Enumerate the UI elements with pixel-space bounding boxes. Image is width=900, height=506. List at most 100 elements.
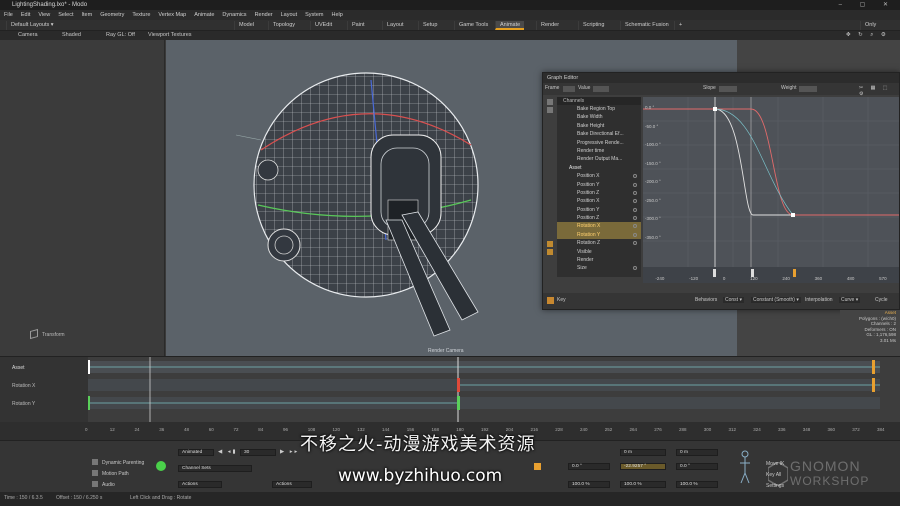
current-frame-field[interactable]: 30: [240, 449, 276, 456]
ray-gl-toggle[interactable]: Ray GL: Off: [106, 32, 135, 38]
menu-view[interactable]: View: [38, 12, 50, 18]
position-y-field[interactable]: 0 m: [620, 449, 666, 456]
key-button[interactable]: Key: [557, 297, 566, 303]
graph-plot-area[interactable]: 0.0 ° -50.0 ° -100.0 ° -150.0 ° -200.0 °…: [643, 97, 899, 283]
channel-row[interactable]: Bake Width: [557, 113, 641, 121]
actions-dropdown[interactable]: Actions: [178, 481, 222, 488]
key-button-icon[interactable]: [547, 297, 554, 304]
curve-graph: [643, 97, 899, 283]
scale-z-field[interactable]: 100.0 %: [676, 481, 718, 488]
interpolation-dropdown[interactable]: Constant (Smooth) ▾: [751, 297, 801, 303]
menu-system[interactable]: System: [305, 12, 323, 18]
rotation-z-field[interactable]: 0.0 °: [676, 463, 718, 470]
channel-row[interactable]: Position Z: [557, 189, 641, 197]
channel-sets-dropdown[interactable]: Channel Sets: [178, 465, 252, 472]
dopesheet-tracks: [88, 357, 880, 423]
dynamic-parenting-icon[interactable]: [92, 459, 98, 465]
menu-help[interactable]: Help: [331, 12, 342, 18]
channel-row[interactable]: Position X: [557, 172, 641, 180]
camera-dropdown[interactable]: Camera: [18, 32, 38, 38]
key-icon[interactable]: [547, 241, 553, 247]
menu-texture[interactable]: Texture: [132, 12, 150, 18]
tab-render[interactable]: Render: [536, 21, 563, 30]
value-field[interactable]: [593, 86, 609, 92]
channel-group-asset[interactable]: Asset: [557, 164, 641, 172]
scale-y-field[interactable]: 100.0 %: [620, 481, 666, 488]
channel-row[interactable]: Position X: [557, 197, 641, 205]
channel-row[interactable]: Size: [557, 264, 641, 272]
channel-row[interactable]: Render Output Ma...: [557, 155, 641, 163]
motion-path-icon[interactable]: [92, 470, 98, 476]
menu-vertex-map[interactable]: Vertex Map: [158, 12, 186, 18]
x-tick: 480: [846, 276, 855, 281]
channel-row-selected[interactable]: Rotation X: [557, 222, 641, 231]
animated-dropdown[interactable]: Animated: [178, 449, 214, 456]
channel-row[interactable]: Bake Directional Ef...: [557, 130, 641, 138]
audio-button[interactable]: Audio: [102, 482, 115, 488]
menu-file[interactable]: File: [4, 12, 13, 18]
x-tick: 240: [782, 276, 790, 281]
playback-forward-controls[interactable]: ▶ ▸▸: [280, 449, 299, 455]
position-z-field[interactable]: 0 m: [676, 449, 718, 456]
tab-setup[interactable]: Setup: [418, 21, 441, 30]
channel-row[interactable]: Rotation Z: [557, 239, 641, 247]
dopesheet[interactable]: Asset Rotation X Rotation Y: [0, 356, 900, 423]
key-all-icon[interactable]: [547, 249, 553, 255]
playback-controls[interactable]: ◀ ◂▮: [218, 449, 238, 455]
channel-list[interactable]: Channels Bake Region Top Bake Width Bake…: [557, 97, 641, 277]
tab-animate[interactable]: Animate: [495, 21, 525, 30]
menu-edit[interactable]: Edit: [21, 12, 30, 18]
tab-uvedit[interactable]: UVEdit: [310, 21, 336, 30]
menu-render[interactable]: Render: [255, 12, 273, 18]
viewport-textures-dropdown[interactable]: Viewport Textures: [148, 32, 192, 38]
channel-row-selected[interactable]: Rotation Y: [557, 230, 641, 240]
slope-field[interactable]: [719, 86, 737, 92]
menu-layout[interactable]: Layout: [281, 12, 298, 18]
menu-geometry[interactable]: Geometry: [100, 12, 124, 18]
curve-dropdown[interactable]: Curve ▾: [839, 297, 861, 303]
tab-paint[interactable]: Paint: [347, 21, 369, 30]
weight-field[interactable]: [799, 86, 817, 92]
graph-editor-window[interactable]: Graph Editor Frame Value Slope Weight ✂ …: [542, 72, 900, 310]
graph-tool-icons[interactable]: ✂ ▦ ⬚ ⚙: [859, 85, 899, 97]
channel-row[interactable]: Bake Region Top: [557, 105, 641, 113]
menu-dynamics[interactable]: Dynamics: [222, 12, 246, 18]
motion-path-button[interactable]: Motion Path: [102, 471, 129, 477]
channel-row[interactable]: Position Y: [557, 206, 641, 214]
tab-model[interactable]: Model: [234, 21, 258, 30]
channel-row[interactable]: Bake Height: [557, 122, 641, 130]
audio-icon[interactable]: [92, 481, 98, 487]
scale-x-field[interactable]: 100.0 %: [568, 481, 610, 488]
channel-row[interactable]: Position Y: [557, 181, 641, 189]
filter-icon[interactable]: [547, 107, 553, 113]
add-tab-icon[interactable]: +: [674, 21, 686, 30]
rotation-key-icon[interactable]: [534, 463, 541, 470]
tab-layout[interactable]: Layout: [382, 21, 408, 30]
tab-game-tools[interactable]: Game Tools: [454, 21, 492, 30]
viewport-nav-icons[interactable]: ✥ ↻ ⌕ ⚙: [846, 32, 889, 39]
menu-select[interactable]: Select: [58, 12, 73, 18]
only-toggle[interactable]: Only: [860, 21, 880, 30]
channel-row[interactable]: Position Z: [557, 214, 641, 222]
dynamic-parenting-button[interactable]: Dynamic Parenting: [102, 460, 144, 466]
tab-scripting[interactable]: Scripting: [578, 21, 608, 30]
menu-item[interactable]: Item: [81, 12, 92, 18]
rotation-x-field[interactable]: 0.0 °: [568, 463, 610, 470]
menu-animate[interactable]: Animate: [194, 12, 214, 18]
default-layouts-dropdown[interactable]: Default Layouts ▾: [6, 21, 58, 30]
tab-schematic-fusion[interactable]: Schematic Fusion: [620, 21, 673, 30]
shaded-dropdown[interactable]: Shaded: [62, 32, 81, 38]
window-controls[interactable]: – ▢ ✕: [839, 0, 896, 10]
lock-icon[interactable]: [547, 99, 553, 105]
channel-row[interactable]: Visible: [557, 248, 641, 256]
channel-row[interactable]: Render time: [557, 147, 641, 155]
tab-topology[interactable]: Topology: [268, 21, 299, 30]
channel-row[interactable]: Progressive Rende...: [557, 139, 641, 147]
frame-field[interactable]: [563, 86, 575, 92]
rotation-y-field[interactable]: -22.9257 °: [620, 463, 666, 470]
channel-row[interactable]: Render: [557, 256, 641, 264]
behavior-dropdown[interactable]: Const ▾: [723, 297, 744, 303]
graph-side-tools[interactable]: [545, 97, 555, 277]
actions-dropdown-2[interactable]: Actions: [272, 481, 312, 488]
record-toggle-icon[interactable]: [156, 461, 166, 471]
